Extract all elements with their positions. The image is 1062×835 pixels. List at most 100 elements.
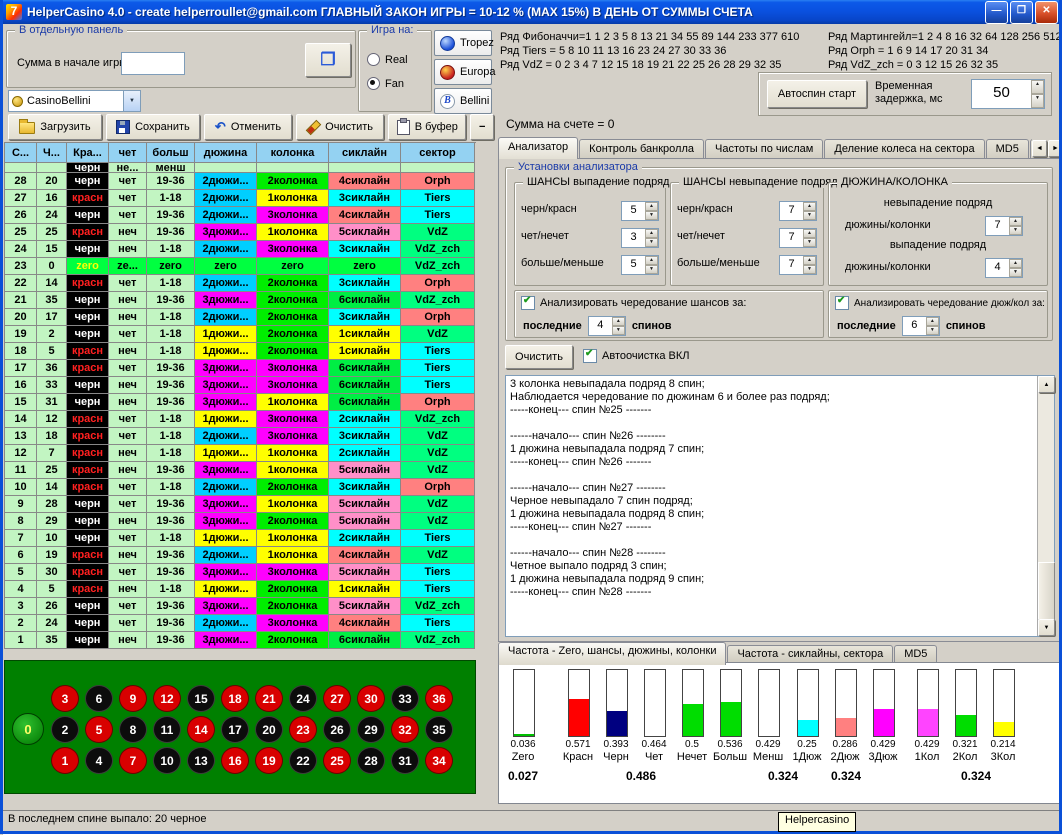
load-button[interactable]: Загрузить [8, 114, 102, 140]
casino-select[interactable]: CasinoBellini ▼ [8, 90, 141, 112]
scrollbar-thumb[interactable] [1038, 562, 1055, 620]
table-row[interactable]: 2525красннеч19-363дюжи...1колонка5сиклай… [5, 224, 476, 241]
table-row[interactable]: 2415черннеч1-182дюжи...3колонка3сиклайнV… [5, 241, 476, 258]
appear-input-1[interactable]: 3▲▼ [621, 228, 659, 248]
alternate-chances-checkbox[interactable] [521, 296, 535, 310]
absent-input-1[interactable]: 7▲▼ [779, 228, 817, 248]
table-row[interactable]: 1633черннеч19-363дюжи...3колонка6сиклайн… [5, 377, 476, 394]
roulette-number[interactable]: 25 [323, 747, 351, 774]
spinner-up-icon[interactable]: ▲ [926, 317, 939, 326]
roulette-number[interactable]: 30 [357, 685, 385, 712]
table-row[interactable]: 2135черннеч19-363дюжи...2колонка6сиклайн… [5, 292, 476, 309]
roulette-number[interactable]: 19 [255, 747, 283, 774]
appear-input-0[interactable]: 5▲▼ [621, 201, 659, 221]
spinner-up-icon[interactable]: ▲ [645, 229, 658, 238]
roulette-number[interactable]: 21 [255, 685, 283, 712]
spinner-down-icon[interactable]: ▼ [803, 265, 816, 274]
main-tab[interactable]: Деление колеса на сектора [824, 139, 984, 159]
detach-panel-button[interactable]: ❐ [305, 43, 351, 77]
roulette-number[interactable]: 1 [51, 747, 79, 774]
main-tab[interactable]: MD5 [986, 139, 1029, 159]
alt-dozen-spins-input[interactable]: 6 ▲▼ [902, 316, 940, 336]
dropdown-arrow-icon[interactable]: ▼ [123, 91, 140, 111]
table-row[interactable]: 2214краснчет1-182дюжи...2колонка3сиклайн… [5, 275, 476, 292]
spinner-up-icon[interactable]: ▲ [645, 256, 658, 265]
table-row[interactable]: 2624чернчет19-362дюжи...3колонка4сиклайн… [5, 207, 476, 224]
roulette-number[interactable]: 13 [187, 747, 215, 774]
alt-chances-spins-input[interactable]: 4 ▲▼ [588, 316, 626, 336]
spinner-down-icon[interactable]: ▼ [1031, 94, 1044, 108]
table-row[interactable]: 619красннеч19-362дюжи...1колонка4сиклайн… [5, 547, 476, 564]
roulette-number[interactable]: 28 [357, 747, 385, 774]
clear-table-button[interactable]: Очистить [296, 114, 384, 140]
roulette-number[interactable]: 5 [85, 716, 113, 743]
roulette-number[interactable]: 2 [51, 716, 79, 743]
alternate-dozen-checkbox[interactable] [835, 296, 849, 310]
spinner-up-icon[interactable]: ▲ [612, 317, 625, 326]
spinner-down-icon[interactable]: ▼ [645, 265, 658, 274]
clear-log-button[interactable]: Очистить [505, 345, 573, 369]
table-row[interactable]: 1318краснчет1-182дюжи...3колонка3сиклайн… [5, 428, 476, 445]
spinner-up-icon[interactable]: ▲ [1031, 80, 1044, 94]
roulette-number[interactable]: 15 [187, 685, 215, 712]
table-row[interactable]: 1736краснчет19-363дюжи...3колонка6сиклай… [5, 360, 476, 377]
start-sum-input[interactable] [121, 52, 185, 75]
table-row[interactable]: 1531черннеч19-363дюжи...1колонка6сиклайн… [5, 394, 476, 411]
tropez-button[interactable]: Tropez [434, 30, 492, 56]
minimize-button[interactable]: — [985, 1, 1008, 24]
spinner-up-icon[interactable]: ▲ [1009, 259, 1022, 268]
table-row[interactable]: 224чернчет19-362дюжи...3колонка4сиклайнT… [5, 615, 476, 632]
roulette-number[interactable]: 12 [153, 685, 181, 712]
roulette-number[interactable]: 22 [289, 747, 317, 774]
roulette-number[interactable]: 4 [85, 747, 113, 774]
table-row[interactable]: 185красннеч1-181дюжи...2колонка1сиклайнT… [5, 343, 476, 360]
main-tab[interactable]: Анализатор [498, 137, 578, 159]
roulette-number[interactable]: 29 [357, 716, 385, 743]
roulette-number[interactable]: 23 [289, 716, 317, 743]
roulette-number[interactable]: 18 [221, 685, 249, 712]
freq-tab[interactable]: Частота - Zero, шансы, дюжины, колонки [498, 642, 726, 665]
table-row[interactable]: 928чернчет19-363дюжи...1колонка5сиклайнV… [5, 496, 476, 513]
undo-button[interactable]: ↶ Отменить [204, 114, 292, 140]
roulette-number[interactable]: 7 [119, 747, 147, 774]
roulette-number[interactable]: 20 [255, 716, 283, 743]
main-tab[interactable]: Частоты по числам [705, 139, 823, 159]
roulette-zero[interactable]: 0 [12, 713, 44, 745]
table-row[interactable]: 2017черннеч1-182дюжи...2колонка3сиклайнO… [5, 309, 476, 326]
autoclear-checkbox-row[interactable]: Автоочистка ВКЛ [583, 349, 689, 363]
maximize-button[interactable]: ❐ [1010, 1, 1033, 24]
close-button[interactable]: ✕ [1035, 1, 1058, 24]
spinner-up-icon[interactable]: ▲ [645, 202, 658, 211]
table-row[interactable]: 710чернчет1-181дюжи...1колонка2сиклайнTi… [5, 530, 476, 547]
table-row[interactable]: 1014краснчет1-182дюжи...2колонка3сиклайн… [5, 479, 476, 496]
roulette-number[interactable]: 31 [391, 747, 419, 774]
table-row[interactable]: 326чернчет19-363дюжи...2колонка5сиклайнV… [5, 598, 476, 615]
roulette-number[interactable]: 8 [119, 716, 147, 743]
roulette-number[interactable]: 3 [51, 685, 79, 712]
spinner-down-icon[interactable]: ▼ [803, 238, 816, 247]
dozen-appear-input[interactable]: 4▲▼ [985, 258, 1023, 278]
roulette-number[interactable]: 36 [425, 685, 453, 712]
roulette-number[interactable]: 9 [119, 685, 147, 712]
roulette-number[interactable]: 10 [153, 747, 181, 774]
table-row[interactable]: 1412краснчет1-181дюжи...3колонка2сиклайн… [5, 411, 476, 428]
bellini-button[interactable]: Bellini [434, 88, 492, 114]
scrollbar-down-icon[interactable]: ▼ [1038, 619, 1055, 636]
table-row[interactable]: 230zeroze...zerozerozerozeroVdZ_zch [5, 258, 476, 275]
table-row[interactable]: 192чернчет1-181дюжи...2колонка1сиклайнVd… [5, 326, 476, 343]
dozen-absent-input[interactable]: 7▲▼ [985, 216, 1023, 236]
roulette-number[interactable]: 17 [221, 716, 249, 743]
analysis-log[interactable]: 3 колонка невыпадала подряд 8 спин; Набл… [505, 375, 1055, 637]
delay-input[interactable]: 50 ▲ ▼ [971, 79, 1045, 109]
roulette-number[interactable]: 16 [221, 747, 249, 774]
spinner-down-icon[interactable]: ▼ [1009, 226, 1022, 235]
save-button[interactable]: Сохранить [106, 114, 200, 140]
roulette-number[interactable]: 24 [289, 685, 317, 712]
spinner-down-icon[interactable]: ▼ [1009, 268, 1022, 277]
roulette-number[interactable]: 14 [187, 716, 215, 743]
spinner-down-icon[interactable]: ▼ [645, 238, 658, 247]
log-scrollbar[interactable]: ▲ ▼ [1037, 376, 1054, 636]
roulette-number[interactable]: 6 [85, 685, 113, 712]
tab-scroll-right-icon[interactable]: ► [1048, 140, 1062, 157]
table-row[interactable]: 829черннеч19-363дюжи...2колонка5сиклайнV… [5, 513, 476, 530]
